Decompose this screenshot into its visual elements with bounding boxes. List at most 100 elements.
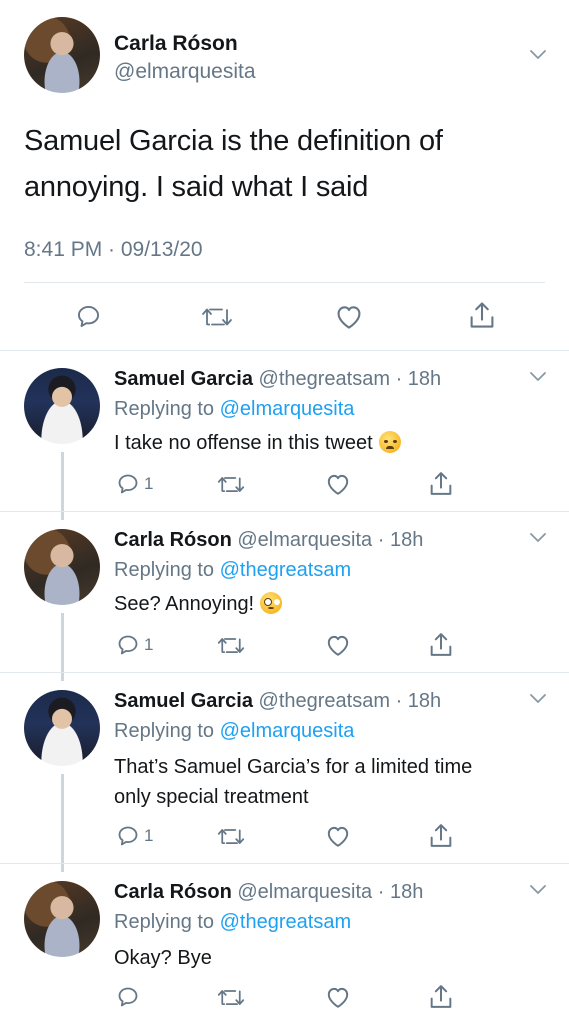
- retweet-icon: [202, 308, 232, 326]
- divider: [24, 282, 545, 283]
- avatar[interactable]: [24, 690, 100, 766]
- chevron-down-icon[interactable]: [530, 533, 546, 547]
- avatar[interactable]: [24, 529, 100, 605]
- like-button[interactable]: [325, 633, 351, 657]
- share-button[interactable]: [428, 631, 454, 658]
- replying-to-label: Replying to: [114, 398, 215, 420]
- replying-to: Replying to @thegreatsam: [114, 559, 351, 582]
- retweet-button[interactable]: [200, 305, 234, 329]
- author-handle[interactable]: @elmarquesita: [237, 529, 372, 551]
- tweet-text-line: annoying. I said what I said: [24, 171, 369, 203]
- reply-button[interactable]: [75, 303, 102, 330]
- retweet-button[interactable]: [216, 987, 246, 1008]
- avatar[interactable]: [24, 368, 100, 444]
- reply-header: Carla Róson @elmarquesita · 18h: [114, 529, 423, 552]
- author-name[interactable]: Samuel Garcia: [114, 368, 253, 390]
- avatar[interactable]: [24, 17, 100, 93]
- author-handle[interactable]: @thegreatsam: [259, 690, 390, 712]
- reply-time: · 18h: [395, 368, 442, 390]
- reply-button[interactable]: 1: [116, 472, 153, 496]
- retweet-icon: [217, 990, 245, 1005]
- author-name[interactable]: Carla Róson: [114, 529, 232, 551]
- retweet-button[interactable]: [216, 474, 246, 495]
- author-handle[interactable]: @thegreatsam: [259, 368, 390, 390]
- retweet-icon: [217, 638, 245, 653]
- reply-header: Samuel Garcia @thegreatsam · 18h: [114, 690, 441, 713]
- reply-text-line: That’s Samuel Garcia’s for a limited tim…: [114, 756, 473, 778]
- tweet-timestamp[interactable]: 8:41 PM · 09/13/20: [24, 238, 203, 262]
- share-icon: [430, 985, 452, 1008]
- reply-text: See? Annoying!: [114, 589, 544, 619]
- like-icon: [327, 826, 349, 847]
- reply-time: · 18h: [377, 529, 424, 551]
- replying-to: Replying to @thegreatsam: [114, 911, 351, 934]
- reply-text-content: I take no offense in this tweet: [114, 432, 373, 454]
- chevron-down-icon[interactable]: [530, 50, 546, 64]
- replying-to-handle[interactable]: @thegreatsam: [220, 911, 351, 933]
- reply-time: · 18h: [395, 690, 442, 712]
- replying-to-label: Replying to: [114, 559, 215, 581]
- share-icon: [470, 302, 494, 328]
- retweet-icon: [217, 477, 245, 492]
- tweet-text-line: Samuel Garcia is the definition of: [24, 125, 443, 157]
- like-button[interactable]: [325, 472, 351, 496]
- reply-text-line: only special treatment: [114, 786, 309, 808]
- author-name[interactable]: Samuel Garcia: [114, 690, 253, 712]
- reply-tweet[interactable]: Carla Róson @elmarquesita · 18h Replying…: [0, 863, 569, 1024]
- share-button[interactable]: [428, 822, 454, 849]
- replying-to-label: Replying to: [114, 911, 215, 933]
- reply-button[interactable]: [116, 985, 140, 1009]
- reply-icon: [118, 635, 138, 655]
- reply-icon: [118, 474, 138, 494]
- author-name[interactable]: Carla Róson: [114, 32, 238, 56]
- reply-tweet[interactable]: Samuel Garcia @thegreatsam · 18h Replyin…: [0, 672, 569, 863]
- reply-time: · 18h: [377, 881, 424, 903]
- retweet-button[interactable]: [216, 826, 246, 847]
- reply-count: 1: [144, 635, 154, 654]
- reply-text-content: Okay? Bye: [114, 947, 212, 969]
- like-icon: [327, 987, 349, 1008]
- share-icon: [430, 824, 452, 847]
- like-button[interactable]: [334, 303, 364, 330]
- like-icon: [337, 306, 361, 329]
- replying-to: Replying to @elmarquesita: [114, 398, 354, 421]
- chevron-down-icon[interactable]: [530, 885, 546, 899]
- chevron-down-icon[interactable]: [530, 694, 546, 708]
- replying-to-handle[interactable]: @thegreatsam: [220, 559, 351, 581]
- retweet-button[interactable]: [216, 635, 246, 656]
- author-handle[interactable]: @elmarquesita: [237, 881, 372, 903]
- replying-to: Replying to @elmarquesita: [114, 720, 354, 743]
- like-icon: [327, 474, 349, 495]
- main-tweet: Carla Róson @elmarquesita Samuel Garcia …: [0, 0, 569, 350]
- chevron-down-icon[interactable]: [530, 372, 546, 386]
- reply-count: 1: [144, 826, 154, 845]
- reply-tweet[interactable]: Carla Róson @elmarquesita · 18h Replying…: [0, 511, 569, 672]
- retweet-icon: [217, 829, 245, 844]
- share-icon: [430, 472, 452, 495]
- like-icon: [327, 635, 349, 656]
- avatar[interactable]: [24, 881, 100, 957]
- replying-to-label: Replying to: [114, 720, 215, 742]
- reply-icon: [118, 826, 138, 846]
- like-button[interactable]: [325, 824, 351, 848]
- share-button[interactable]: [428, 470, 454, 497]
- reply-button[interactable]: 1: [116, 824, 153, 848]
- share-icon: [430, 633, 452, 656]
- reply-count: 1: [144, 474, 154, 493]
- face-with-rolling-eyes-emoji: [260, 592, 283, 614]
- reply-text: I take no offense in this tweet: [114, 428, 544, 458]
- disappointed-face-emoji: [378, 431, 401, 453]
- reply-button[interactable]: 1: [116, 633, 153, 657]
- author-handle[interactable]: @elmarquesita: [114, 60, 256, 84]
- share-button[interactable]: [428, 983, 454, 1010]
- share-button[interactable]: [468, 300, 496, 330]
- reply-header: Samuel Garcia @thegreatsam · 18h: [114, 368, 441, 391]
- like-button[interactable]: [325, 985, 351, 1009]
- tweet-text: Samuel Garcia is the definition of annoy…: [24, 118, 544, 210]
- reply-tweet[interactable]: Samuel Garcia @thegreatsam · 18h Replyin…: [0, 350, 569, 511]
- replying-to-handle[interactable]: @elmarquesita: [220, 398, 355, 420]
- replying-to-handle[interactable]: @elmarquesita: [220, 720, 355, 742]
- reply-text: Okay? Bye: [114, 943, 544, 973]
- reply-text-content: See? Annoying!: [114, 593, 255, 615]
- author-name[interactable]: Carla Róson: [114, 881, 232, 903]
